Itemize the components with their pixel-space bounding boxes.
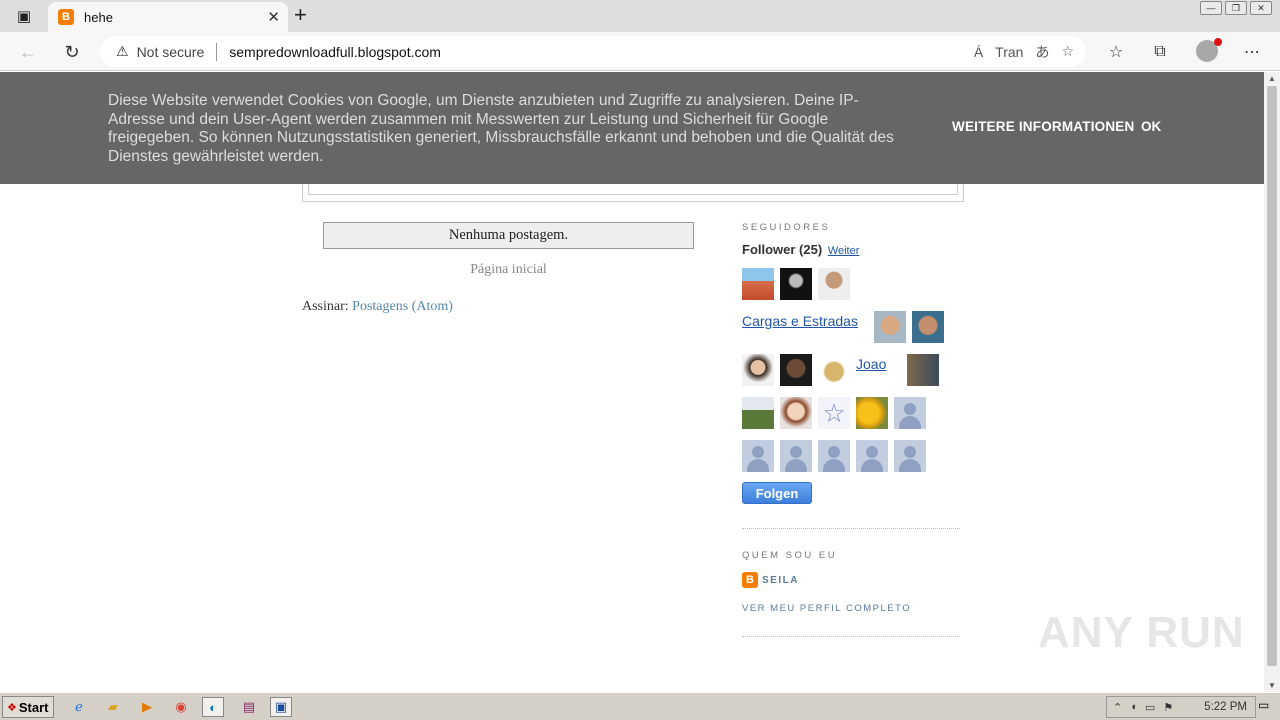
cookie-notice: Diese Website verwendet Cookies von Goog… — [0, 72, 1264, 184]
ie-icon[interactable]: ℯ — [68, 697, 90, 717]
chrome-icon[interactable]: ◉ — [170, 697, 192, 717]
minimize-icon[interactable]: — — [1200, 1, 1222, 15]
follower-avatar[interactable] — [742, 397, 774, 429]
atom-feed-link[interactable]: Postagens (Atom) — [352, 299, 453, 314]
browser-tab-bar: ▣ B hehe ✕ + — ❐ ✕ — [0, 0, 1280, 32]
edge-icon[interactable]: ◐ — [202, 697, 224, 717]
security-label[interactable]: Not secure — [137, 44, 205, 60]
folder-icon[interactable]: ▰ — [102, 697, 124, 717]
translate-icon[interactable]: あ — [1035, 42, 1049, 62]
start-label: Start — [18, 699, 49, 715]
tab-title: hehe — [84, 9, 113, 25]
subscribe-label: Assinar: — [302, 299, 349, 314]
tab-actions-icon[interactable]: ▣ — [8, 4, 40, 28]
default-avatar-icon[interactable] — [894, 440, 926, 472]
about-heading: QUEM SOU EU — [742, 550, 838, 561]
action-center-flag-icon[interactable]: ⚑ — [1163, 701, 1173, 714]
app-window-icon[interactable]: ▣ — [270, 697, 292, 717]
more-info-link[interactable]: WEITERE INFORMATIONEN — [952, 119, 1134, 134]
browser-tab[interactable]: B hehe ✕ — [48, 2, 288, 32]
followers-widget: SEGUIDORES Follower (25) Weiter — [742, 222, 962, 257]
default-avatar-icon[interactable] — [780, 440, 812, 472]
follower-avatar[interactable] — [780, 268, 812, 300]
default-avatar-icon[interactable] — [894, 397, 926, 429]
new-tab-icon[interactable]: + — [294, 4, 307, 26]
scroll-up-icon[interactable]: ▲ — [1268, 74, 1276, 83]
blogger-favicon-icon: B — [58, 9, 74, 25]
close-window-icon[interactable]: ✕ — [1250, 1, 1272, 15]
media-player-icon[interactable]: ▶ — [136, 697, 158, 717]
back-icon[interactable]: ← — [16, 40, 40, 64]
url-text[interactable]: sempredownloadfull.blogspot.com — [229, 44, 974, 60]
follower-avatar[interactable] — [907, 354, 939, 386]
restore-icon[interactable]: ❐ — [1225, 1, 1247, 15]
scrollbar-thumb[interactable] — [1267, 86, 1277, 666]
no-posts-message: Nenhuma postagem. — [323, 222, 694, 249]
follower-avatar[interactable] — [780, 354, 812, 386]
follower-avatar-grid: Cargas e Estradas Joao ☆ — [742, 268, 962, 498]
cookie-message: Diese Website verwendet Cookies von Goog… — [108, 92, 894, 165]
sidebar-divider — [742, 636, 960, 637]
default-avatar-icon[interactable] — [856, 440, 888, 472]
translate-label[interactable]: Tran — [995, 44, 1023, 60]
follower-avatar[interactable] — [818, 268, 850, 300]
sidebar-divider — [742, 528, 960, 529]
collections-icon[interactable]: ⧉ — [1148, 40, 1172, 64]
follower-broken-image-link[interactable]: Joao — [856, 356, 886, 372]
default-avatar-icon[interactable] — [818, 440, 850, 472]
follow-button[interactable]: Folgen — [742, 482, 812, 504]
network-icon[interactable]: ▭ — [1145, 701, 1155, 714]
system-tray: ⌃ ◖ ▭ ⚑ 5:22 PM — [1106, 696, 1256, 718]
url-field[interactable]: ⚠ Not secure sempredownloadfull.blogspot… — [100, 36, 1086, 67]
refresh-icon[interactable]: ↻ — [60, 40, 84, 64]
blogger-profile-icon: B — [742, 572, 758, 588]
show-desktop-icon[interactable]: ▭ — [1258, 698, 1276, 716]
url-separator — [216, 42, 218, 61]
follower-avatar[interactable] — [912, 311, 944, 343]
page-scrollbar[interactable]: ▲ ▼ — [1264, 72, 1280, 692]
cookie-ok-button[interactable]: OK — [1141, 119, 1161, 134]
windows-taskbar: ❖ Start ℯ ▰ ▶ ◉ ◐ ▤ ▣ ⌃ ◖ ▭ ⚑ 5:22 PM ▭ — [0, 692, 1280, 720]
winrar-icon[interactable]: ▤ — [238, 697, 260, 717]
tab-close-icon[interactable]: ✕ — [267, 8, 280, 26]
read-aloud-icon[interactable]: Á — [974, 44, 983, 60]
windows-logo-icon: ❖ — [7, 701, 17, 714]
follower-broken-image-link[interactable]: Cargas e Estradas — [742, 313, 858, 329]
add-favorite-icon[interactable]: ☆ — [1061, 43, 1074, 60]
default-avatar-icon[interactable] — [742, 440, 774, 472]
profile-name-link[interactable]: SEILA — [762, 575, 799, 586]
star-avatar-icon[interactable]: ☆ — [818, 397, 850, 429]
followers-count-label: Follower (25) — [742, 242, 823, 257]
follower-avatar[interactable] — [742, 354, 774, 386]
clock[interactable]: 5:22 PM — [1204, 701, 1255, 713]
follower-avatar[interactable] — [818, 354, 850, 386]
subscribe-line: Assinar: Postagens (Atom) — [302, 299, 453, 315]
favorites-icon[interactable]: ☆ — [1104, 40, 1128, 64]
web-page: Diese Website verwendet Cookies von Goog… — [0, 72, 1264, 692]
window-controls: — ❐ ✕ — [1200, 1, 1272, 15]
home-link[interactable]: Página inicial — [323, 262, 694, 278]
anyrun-watermark: ANY RUN — [1038, 608, 1245, 657]
address-bar-row: ← ↻ ⚠ Not secure sempredownloadfull.blog… — [0, 32, 1280, 71]
followers-more-link[interactable]: Weiter — [828, 245, 860, 257]
follower-avatar[interactable] — [856, 397, 888, 429]
follower-avatar[interactable] — [874, 311, 906, 343]
warning-icon[interactable]: ⚠ — [116, 43, 129, 60]
follower-avatar[interactable] — [780, 397, 812, 429]
follower-avatar[interactable] — [742, 268, 774, 300]
volume-icon[interactable]: ◖ — [1130, 701, 1137, 713]
followers-count: Follower (25) Weiter — [742, 242, 962, 257]
start-button[interactable]: ❖ Start — [2, 696, 54, 718]
full-profile-link[interactable]: VER MEU PERFIL COMPLETO — [742, 603, 911, 614]
profile-row: B SEILA — [742, 572, 799, 588]
tray-expand-icon[interactable]: ⌃ — [1113, 701, 1122, 714]
scroll-down-icon[interactable]: ▼ — [1268, 681, 1276, 690]
profile-avatar-icon[interactable] — [1196, 38, 1222, 62]
more-menu-icon[interactable]: ⋯ — [1240, 40, 1264, 64]
followers-heading: SEGUIDORES — [742, 222, 831, 233]
